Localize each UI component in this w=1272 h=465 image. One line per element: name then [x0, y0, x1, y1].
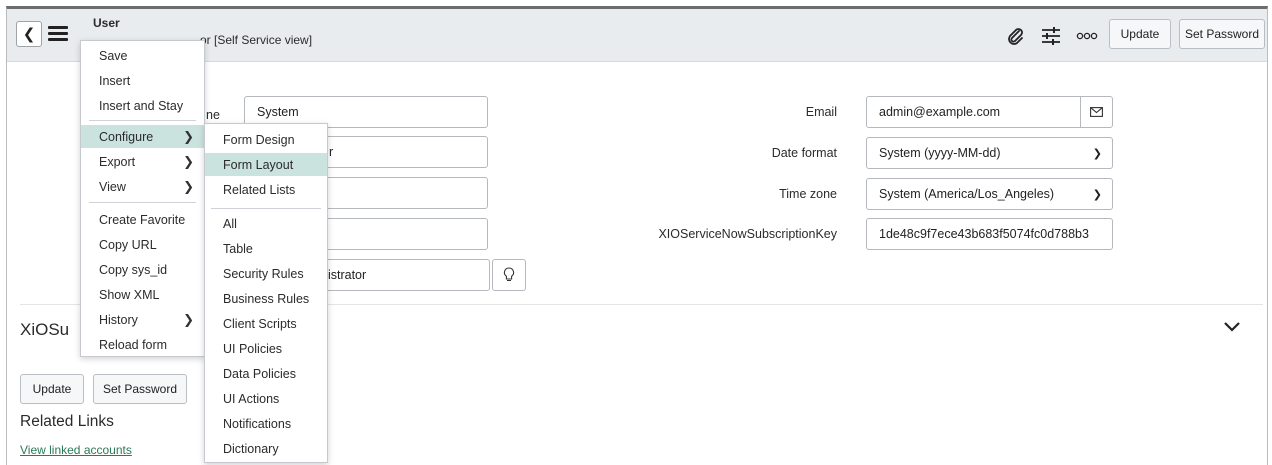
- menu-item-view[interactable]: View ❯: [81, 175, 204, 198]
- paperclip-icon[interactable]: [1005, 26, 1025, 46]
- menu-item-reload-form[interactable]: Reload form: [81, 333, 204, 356]
- chevron-left-icon: ❮: [22, 26, 36, 43]
- submenu-item-all[interactable]: All: [205, 212, 327, 235]
- configure-submenu: Form Design Form Layout Related Lists Al…: [204, 123, 328, 463]
- menu-item-export[interactable]: Export ❯: [81, 150, 204, 173]
- submenu-item-ui-policies[interactable]: UI Policies: [205, 337, 327, 360]
- menu-divider: [89, 202, 196, 203]
- first-name-label: ne: [206, 108, 220, 122]
- chevron-right-icon: ❯: [183, 153, 194, 169]
- chevron-right-icon: ❯: [183, 311, 194, 327]
- submenu-item-form-layout[interactable]: Form Layout: [205, 153, 327, 176]
- time-zone-select[interactable]: System (America/Los_Angeles) ❯: [866, 178, 1113, 210]
- related-links-title: Related Links: [20, 413, 114, 430]
- submenu-item-data-policies[interactable]: Data Policies: [205, 362, 327, 385]
- chevron-down-icon: ❯: [1092, 189, 1102, 201]
- context-menu: Save Insert Insert and Stay Configure ❯ E…: [80, 40, 205, 357]
- more-options-icon[interactable]: [1076, 32, 1098, 40]
- submenu-item-related-lists[interactable]: Related Lists: [205, 178, 327, 201]
- submenu-item-notifications[interactable]: Notifications: [205, 412, 327, 435]
- set-password-button-bottom[interactable]: Set Password: [93, 374, 187, 404]
- menu-item-configure[interactable]: Configure ❯: [81, 125, 204, 148]
- submenu-item-table[interactable]: Table: [205, 237, 327, 260]
- menu-divider: [211, 208, 321, 209]
- menu-item-save[interactable]: Save: [81, 44, 204, 67]
- date-format-select[interactable]: System (yyyy-MM-dd) ❯: [866, 137, 1113, 169]
- submenu-item-ui-actions[interactable]: UI Actions: [205, 387, 327, 410]
- update-button-bottom[interactable]: Update: [20, 374, 84, 404]
- hamburger-menu-icon[interactable]: [48, 26, 68, 42]
- email-label: Email: [805, 105, 837, 119]
- lightbulb-icon[interactable]: [492, 259, 526, 291]
- time-zone-label: Time zone: [779, 187, 837, 201]
- chevron-right-icon: ❯: [183, 178, 194, 194]
- menu-divider: [89, 120, 196, 121]
- submenu-item-dictionary[interactable]: Dictionary: [205, 437, 327, 460]
- update-button[interactable]: Update: [1109, 19, 1171, 49]
- email-field[interactable]: admin@example.com: [866, 96, 1081, 128]
- submenu-item-security-rules[interactable]: Security Rules: [205, 262, 327, 285]
- date-format-label: Date format: [771, 146, 837, 160]
- set-password-button[interactable]: Set Password: [1179, 19, 1265, 49]
- record-type: User: [93, 16, 120, 30]
- submenu-item-client-scripts[interactable]: Client Scripts: [205, 312, 327, 335]
- menu-item-copy-sys-id[interactable]: Copy sys_id: [81, 258, 204, 281]
- back-button[interactable]: ❮: [16, 21, 42, 47]
- subscription-key-label: XIOServiceNowSubscriptionKey: [658, 227, 837, 241]
- envelope-icon[interactable]: [1080, 96, 1113, 128]
- chevron-down-icon: ❯: [1092, 148, 1102, 160]
- menu-item-show-xml[interactable]: Show XML: [81, 283, 204, 306]
- subscription-key-field[interactable]: 1de48c9f7ece43b683f5074fc0d788b3: [866, 218, 1113, 250]
- sliders-icon[interactable]: [1040, 26, 1062, 46]
- menu-item-insert-and-stay[interactable]: Insert and Stay: [81, 94, 204, 117]
- collapse-chevron-icon[interactable]: [1223, 321, 1241, 333]
- menu-item-create-favorite[interactable]: Create Favorite: [81, 208, 204, 231]
- record-name: or [Self Service view]: [200, 33, 313, 47]
- menu-item-insert[interactable]: Insert: [81, 69, 204, 92]
- menu-item-history[interactable]: History ❯: [81, 308, 204, 331]
- menu-item-copy-url[interactable]: Copy URL: [81, 233, 204, 256]
- submenu-item-business-rules[interactable]: Business Rules: [205, 287, 327, 310]
- section-title: XiOSu: [20, 320, 70, 339]
- chevron-right-icon: ❯: [183, 128, 194, 144]
- view-linked-accounts-link[interactable]: View linked accounts: [20, 443, 132, 457]
- submenu-item-form-design[interactable]: Form Design: [205, 128, 327, 151]
